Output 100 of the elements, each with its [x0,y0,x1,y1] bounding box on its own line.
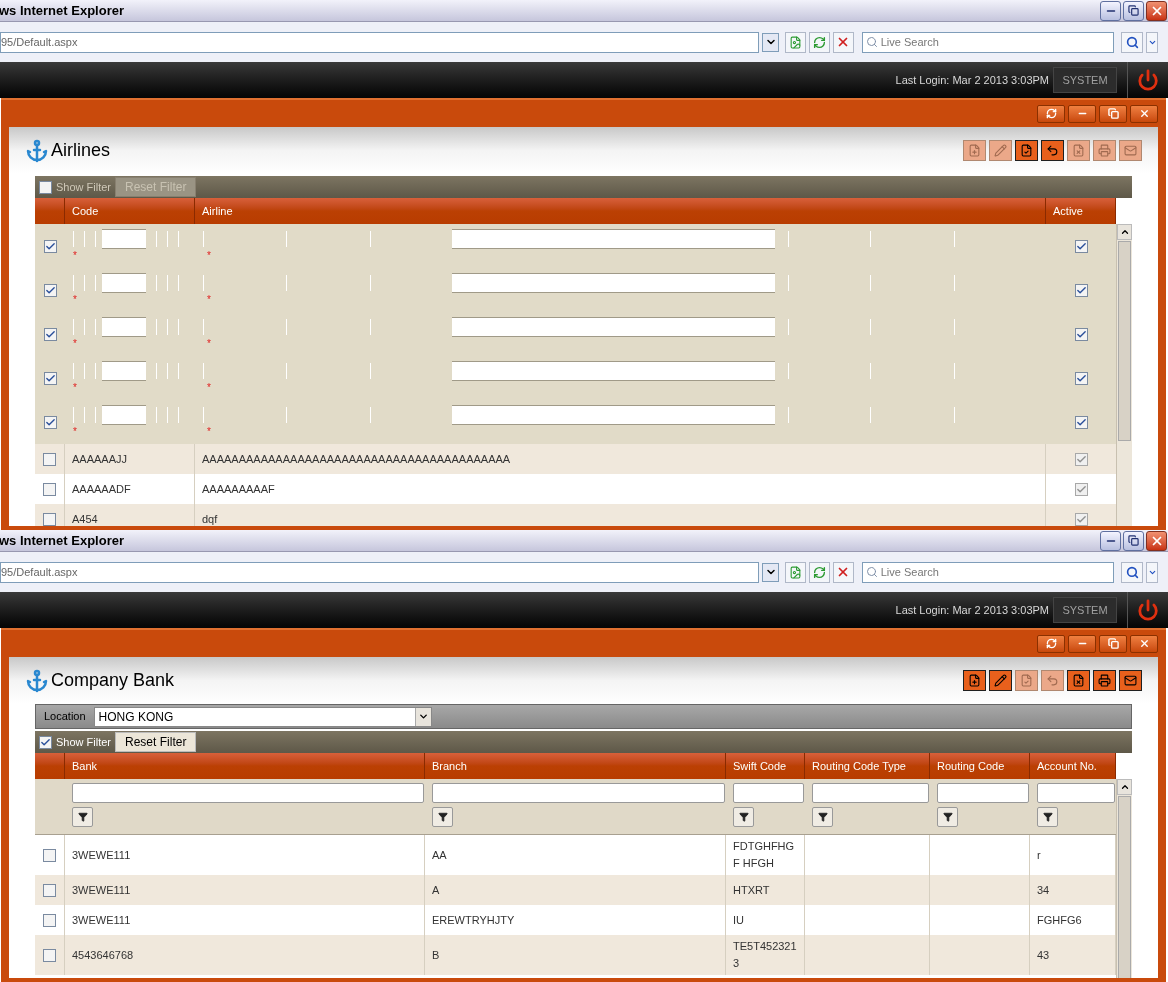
filter-button[interactable] [937,807,958,827]
restore-button[interactable] [1123,530,1144,551]
checkbox[interactable] [43,883,56,897]
restore-button[interactable] [1099,104,1127,123]
search-field[interactable]: Live Search [861,31,1115,53]
address-dropdown[interactable] [762,32,780,52]
checkbox[interactable] [43,913,56,927]
filter-button[interactable] [1037,807,1058,827]
checkbox[interactable] [43,512,56,526]
filter-input[interactable] [1037,783,1115,803]
table-cell-text: AAAAAAAAAAAAAAAAAAAAAAAAAAAAAAAAAAAAAAAAAA [202,451,511,467]
page-title: Airlines [51,139,111,162]
checkbox[interactable] [43,848,56,862]
checkbox[interactable] [1074,371,1088,385]
close-button[interactable] [1146,0,1167,21]
checkbox[interactable] [1074,415,1088,429]
compatibility-button[interactable] [785,31,806,53]
refresh-icon [812,35,826,49]
table-cell-text: 34 [1037,882,1050,898]
print-button[interactable] [1093,670,1116,691]
code-input[interactable] [102,317,146,337]
filter-button[interactable] [72,807,93,827]
minimize-button[interactable] [1100,530,1121,551]
filter-button[interactable] [812,807,833,827]
stop-button[interactable] [832,561,854,583]
delete-button[interactable] [1067,670,1090,691]
checkbox[interactable] [43,452,56,466]
filter-button[interactable] [432,807,453,827]
code-input[interactable] [102,273,146,293]
checkbox[interactable] [1074,239,1088,253]
address-field[interactable]: 95/Default.aspx [0,561,760,583]
undo-icon [1046,674,1059,687]
address-dropdown[interactable] [762,562,780,582]
checkbox[interactable] [39,735,52,749]
restore-button[interactable] [1123,0,1144,21]
restore-button[interactable] [1099,634,1127,653]
refresh-button[interactable] [1037,104,1065,123]
grid-row[interactable]: 3WEWE111 A HTXRT 34 [35,875,1116,905]
checkbox[interactable] [43,327,57,341]
compatibility-button[interactable] [785,561,806,583]
airline-input[interactable] [452,405,775,425]
airline-input[interactable] [452,317,775,337]
address-field[interactable]: 95/Default.aspx [0,31,760,53]
stop-button[interactable] [832,31,854,53]
minimize-button[interactable] [1068,634,1096,653]
checkbox[interactable] [43,948,56,962]
table-cell-text: dqf [202,511,218,526]
checkbox[interactable] [1074,482,1088,496]
filter-button[interactable] [733,807,754,827]
grid-row[interactable]: AAAAAAJJ AAAAAAAAAAAAAAAAAAAAAAAAAAAAAAAAAAAAAAAAAA [35,444,1116,474]
table-cell-text: 3WEWE111 [72,912,131,928]
search-button[interactable] [1121,561,1144,583]
checkbox[interactable] [43,482,56,496]
checkbox[interactable] [1074,327,1088,341]
close-button[interactable] [1146,530,1167,551]
edit-button[interactable] [989,670,1012,691]
filter-input[interactable] [937,783,1029,803]
refresh-button[interactable] [1037,634,1065,653]
user-button[interactable]: SYSTEM [1053,597,1117,623]
save-icon [1020,674,1033,687]
close-button[interactable] [1130,634,1158,653]
save-button[interactable] [1015,140,1038,161]
show-filter-label: Show Filter [56,179,112,195]
filter-input[interactable] [72,783,424,803]
minimize-button[interactable] [1100,0,1121,21]
search-field[interactable]: Live Search [861,561,1115,583]
checkbox[interactable] [1074,452,1088,466]
code-input[interactable] [102,361,146,381]
power-icon [1137,69,1159,91]
checkbox[interactable] [43,371,57,385]
filter-input[interactable] [812,783,929,803]
add-button[interactable] [963,670,986,691]
code-input[interactable] [102,405,146,425]
location-select[interactable]: HONG KONG [93,706,432,727]
code-input[interactable] [102,229,146,249]
undo-button[interactable] [1041,140,1064,161]
airline-input[interactable] [452,361,775,381]
page-icon [789,35,803,49]
table-cell-text: AAAAAAAAAF [202,481,275,497]
page-icon [789,565,803,579]
anchor-icon [25,138,49,163]
grid-row[interactable]: A454 dqf [35,504,1116,526]
edit-icon [994,144,1007,157]
airline-input[interactable] [452,273,775,293]
reset-filter-button[interactable]: Reset Filter [115,732,197,752]
mail-button[interactable] [1119,670,1142,691]
checkbox[interactable] [43,283,57,297]
checkbox[interactable] [1074,283,1088,297]
grid-row[interactable]: 4543646768 B TE5T452321 3 43 [35,935,1116,975]
airline-input[interactable] [452,229,775,249]
checkbox[interactable] [39,180,52,194]
checkbox[interactable] [43,415,57,429]
filter-input[interactable] [432,783,725,803]
checkbox[interactable] [43,239,57,253]
filter-input[interactable] [733,783,804,803]
search-button[interactable] [1121,31,1144,53]
checkbox[interactable] [1074,512,1088,526]
close-button[interactable] [1130,104,1158,123]
minimize-button[interactable] [1068,104,1096,123]
user-button[interactable]: SYSTEM [1053,67,1117,93]
